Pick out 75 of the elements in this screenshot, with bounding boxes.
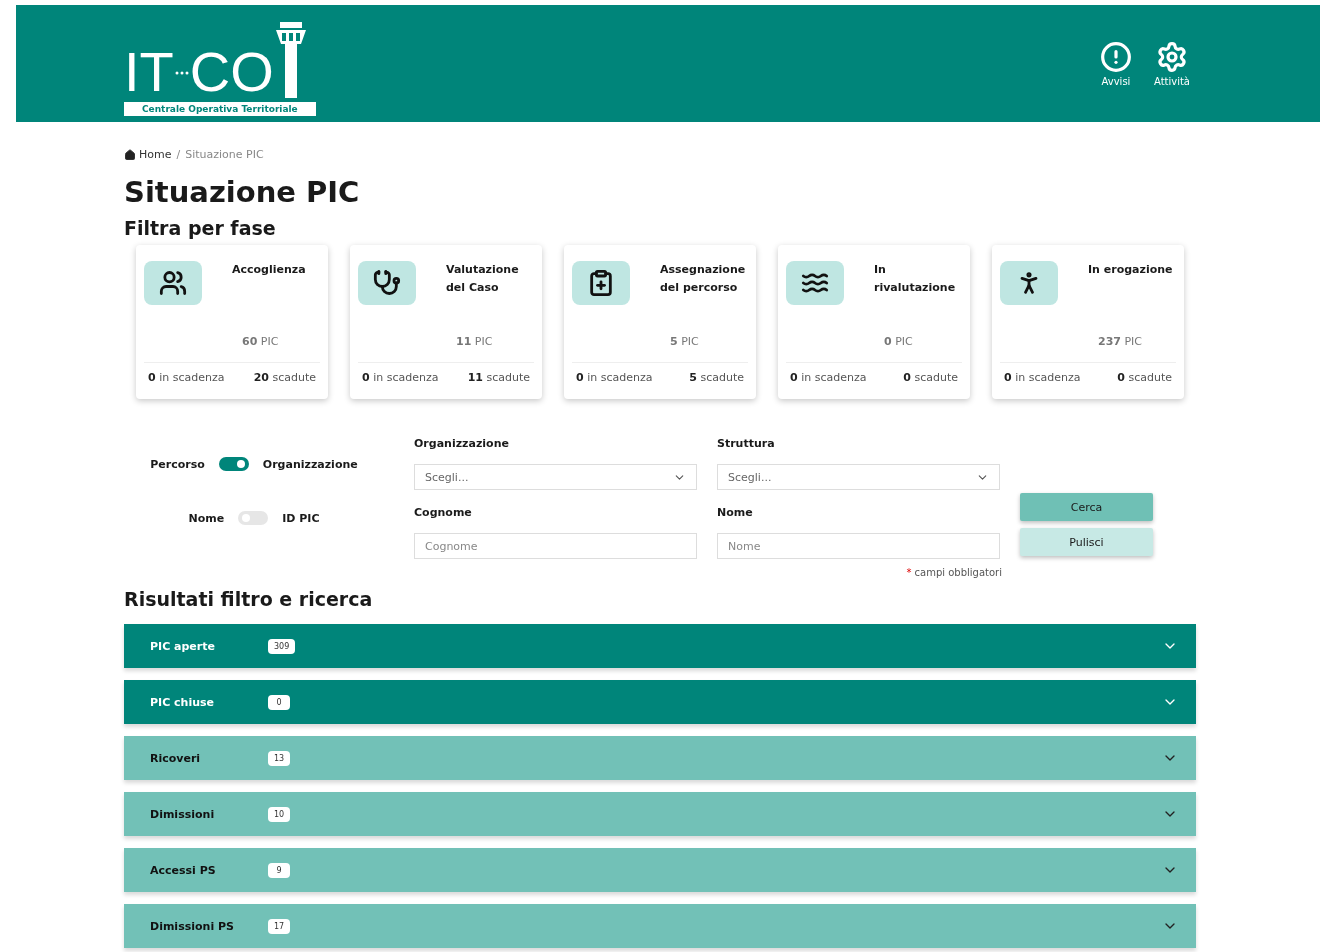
expired-count: 0 scadute [1117,371,1172,384]
phase-card[interactable]: Accoglienza 60 PIC 0 in scadenza 20 scadute [136,245,328,399]
home-icon [124,148,136,161]
clear-button[interactable]: Pulisci [1020,528,1153,556]
breadcrumb-link[interactable]: Home [124,148,172,161]
input-field[interactable]: Cognome [414,533,697,559]
breadcrumb-current: Situazione PIC [185,148,264,161]
phase-title: Assegnazione del percorso [660,262,747,296]
toggle-switch[interactable] [238,511,269,525]
tower-icon [273,19,308,100]
input-field[interactable]: Nome [717,533,1000,559]
section-heading: Risultati filtro e ricerca [124,588,374,610]
phase-card[interactable]: In rivalutazione 0 PIC 0 in scadenza 0 scadute [778,245,970,399]
waves-icon [786,261,844,305]
toggle-switch[interactable] [218,457,249,471]
count-badge: 17 [268,918,291,934]
phase-count: 5 PIC [670,335,700,348]
count-badge: 13 [268,750,291,766]
phase-card[interactable]: Assegnazione del percorso 5 PIC 0 in scadenza 5 scadute [564,245,756,399]
field-label: Struttura [717,437,776,450]
field-label: Cognome [414,506,473,519]
expiring-count: 0 in scadenza [790,371,867,384]
toggle-label: Nome [188,511,225,525]
accordion-header[interactable]: PIC aperte 309 [124,624,1196,668]
phase-title: Valutazione del Caso [446,262,520,296]
phase-title: In rivalutazione [874,262,957,296]
count-badge: 309 [268,638,296,654]
phase-count: 11 PIC [456,335,494,348]
select-field[interactable]: Scegli... [717,464,1000,490]
toggle-label: ID PIC [282,511,320,525]
phase-card[interactable]: In erogazione 237 PIC 0 in scadenza 0 scadute [992,245,1184,399]
select-field[interactable]: Scegli... [414,464,697,490]
accordion-header[interactable]: Dimissioni 10 [124,792,1196,836]
people-icon [144,261,202,305]
phase-count: 60 PIC [242,335,280,348]
phase-count: 237 PIC [1098,335,1144,348]
required-mark: * [906,567,912,578]
expiring-count: 0 in scadenza [362,371,439,384]
accordion-header[interactable]: Ricoveri 13 [124,736,1196,780]
settings-icon [1156,40,1188,73]
breadcrumb-separator: / [176,148,181,161]
expiring-count: 0 in scadenza [1004,371,1081,384]
page-title: Situazione PIC [124,175,361,209]
required-note: campi obbligatori [914,567,1002,578]
toggle-label: Organizzazione [262,457,358,471]
expired-count: 5 scadute [689,371,744,384]
expired-count: 11 scadute [467,371,530,384]
count-badge: 0 [268,694,290,710]
logo-tagline: Centrale Operativa Territoriale [124,101,316,116]
stethoscope-icon [358,261,416,305]
field-label: Nome [717,506,754,519]
expiring-count: 0 in scadenza [148,371,225,384]
logo-text: IT [124,43,174,100]
header-action[interactable]: Attività [1153,40,1190,87]
accordion-header[interactable]: Dimissioni PS 17 [124,904,1196,948]
phase-title: In erogazione [1088,262,1173,278]
expired-count: 20 scadute [253,371,316,384]
accordion-header[interactable]: PIC chiuse 0 [124,680,1196,724]
phase-card[interactable]: Valutazione del Caso 11 PIC 0 in scadenza 11 scadute [350,245,542,399]
clipboard-icon [572,261,630,305]
search-button[interactable]: Cerca [1020,493,1153,521]
count-badge: 9 [268,862,290,878]
count-badge: 10 [268,806,291,822]
person-icon [1000,261,1058,305]
field-label: Organizzazione [414,437,510,450]
alert-icon [1099,40,1132,73]
toggle-label: Percorso [150,457,205,471]
phase-count: 0 PIC [884,335,914,348]
header-action[interactable]: Avvisi [1099,40,1132,87]
accordion-header[interactable]: Accessi PS 9 [124,848,1196,892]
expiring-count: 0 in scadenza [576,371,653,384]
section-heading: Filtra per fase [124,217,277,239]
logo-text: CO [189,43,274,100]
phase-title: Accoglienza [232,262,306,278]
expired-count: 0 scadute [903,371,958,384]
